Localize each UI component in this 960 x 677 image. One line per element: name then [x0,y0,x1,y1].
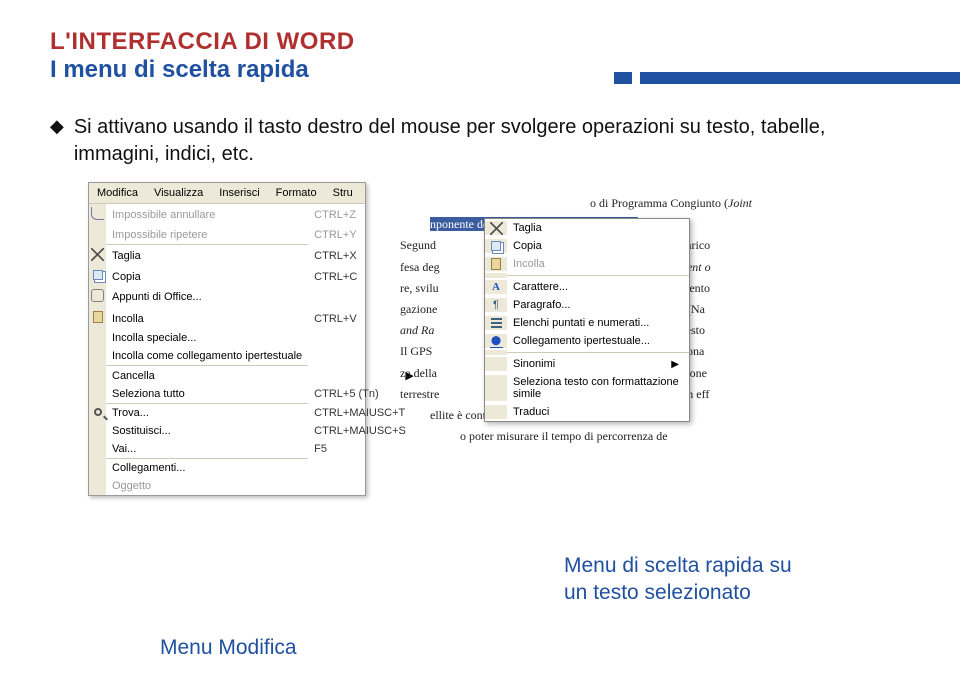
title-line-1: L'INTERFACCIA DI WORD [50,28,960,56]
menubar: Modifica Visualizza Inserisci Formato St… [89,183,365,204]
blank-icon [89,329,106,347]
context-menu-item[interactable]: Traduci [485,403,689,421]
context-menu-figure: o di Programma Congiunto (Joint nponente… [396,188,826,518]
menu-item-label: Incolla [106,308,308,329]
menubar-item[interactable]: Visualizza [146,185,211,201]
context-menu-item[interactable]: Seleziona testo con formattazione simile [485,373,689,403]
context-menu-label: Paragrafo... [513,298,683,312]
context-menu-label: Carattere... [513,280,683,294]
menu-item-label: Trova... [106,404,308,422]
menu-item-label: Copia [106,267,308,286]
blank-icon [89,422,106,440]
caption-context-menu: Menu di scelta rapida su un testo selezi… [564,552,792,607]
menu-item-label: Taglia [106,245,308,267]
menu-item-label: Incolla come collegamento ipertestuale [106,347,308,365]
context-menu-item[interactable]: Elenchi puntati e numerati... [485,314,689,332]
clip-icon [89,286,106,308]
blank-icon [89,477,106,495]
menubar-item[interactable]: Formato [268,185,325,201]
menu-item-label: Incolla speciale... [106,329,308,347]
body-bullet: ◆ Si attivano usando il tasto destro del… [0,84,960,182]
menu-item: Impossibile annullareCTRL+Z [89,204,420,226]
menu-item[interactable]: Incolla speciale... [89,329,420,347]
cut-icon [89,245,106,267]
blank-icon [89,440,106,458]
menu-item[interactable]: Incolla come collegamento ipertestuale [89,347,420,365]
blank-icon [485,357,507,371]
body-text: Si attivano usando il tasto destro del m… [74,114,910,168]
menubar-item[interactable]: Stru [325,185,361,201]
menu-item-label: Vai... [106,440,308,458]
blank-icon [89,347,106,365]
menu-item[interactable]: Appunti di Office... [89,286,420,308]
menu-item-label: Cancella [106,366,308,385]
menu-item-label: Impossibile ripetere [106,226,308,244]
menu-item[interactable]: IncollaCTRL+V [89,308,420,329]
context-menu-item[interactable]: Copia [485,237,689,255]
context-menu-item[interactable]: Sinonimi▶ [485,355,689,373]
header-accent-bar [640,72,960,84]
slide-header: L'INTERFACCIA DI WORD I menu di scelta r… [0,0,960,84]
menu-item-label: Collegamenti... [106,459,308,477]
menubar-item[interactable]: Inserisci [211,185,267,201]
menu-item: Impossibile ripetereCTRL+Y [89,226,420,244]
cut-icon [485,221,507,235]
context-menu-label: Elenchi puntati e numerati... [513,316,683,330]
context-menu-item[interactable]: Taglia [485,219,689,237]
menu-item-label: Oggetto [106,477,308,495]
copy-icon [485,239,507,253]
menu-item[interactable]: CopiaCTRL+C [89,267,420,286]
menu-item[interactable]: Seleziona tuttoCTRL+5 (Tn) [89,385,420,403]
menu-item-label: Impossibile annullare [106,204,308,226]
context-menu-label: Copia [513,239,683,253]
context-menu-item: Incolla [485,255,689,273]
context-menu-label: Traduci [513,405,683,419]
char-icon: A [485,280,507,294]
copy-icon [89,267,106,286]
caption-modifica-menu: Menu Modifica [160,636,297,660]
menu-item[interactable]: Collegamenti... [89,459,420,477]
context-menu-panel: Taglia Copia Incolla A Carattere... ¶ Paragraf… [484,218,690,422]
blank-icon [89,366,106,385]
blank-icon [89,226,106,244]
find-icon [89,404,106,422]
paste-icon [485,257,507,271]
modifica-menu-panel: Modifica Visualizza Inserisci Formato St… [88,182,366,496]
menu-item: Oggetto [89,477,420,495]
context-menu-item[interactable]: ⬤ Collegamento ipertestuale... [485,332,689,350]
context-menu-label: Collegamento ipertestuale... [513,334,683,348]
bullet-icon: ◆ [50,114,64,138]
blank-icon [89,459,106,477]
link-icon: ⬤ [485,334,507,348]
context-menu-item[interactable]: A Carattere... [485,278,689,296]
undo-icon [89,204,106,226]
context-menu-item[interactable]: ¶ Paragrafo... [485,296,689,314]
menu-item-label: Sostituisci... [106,422,308,440]
menu-item[interactable]: Sostituisci...CTRL+MAIUSC+S [89,422,420,440]
context-menu-label: Incolla [513,257,683,271]
blank-icon [89,385,106,403]
context-menu-label: Seleziona testo con formattazione simile [513,375,683,401]
paste-icon [89,308,106,329]
menu-item[interactable]: TagliaCTRL+X [89,245,420,267]
para-icon: ¶ [485,298,507,312]
menu-item[interactable]: Cancella▶ [89,366,420,385]
menu-item-label: Seleziona tutto [106,385,308,403]
modifica-menu-items: Impossibile annullareCTRL+ZImpossibile r… [89,204,420,495]
blank-icon [485,375,507,401]
header-accent-small [614,72,632,84]
context-menu-label: Taglia [513,221,683,235]
menu-item-label: Appunti di Office... [106,286,308,308]
menubar-item[interactable]: Modifica [89,185,146,201]
blank-icon [485,405,507,419]
menu-item[interactable]: Trova...CTRL+MAIUSC+T [89,404,420,422]
submenu-arrow-icon: ▶ [671,359,683,370]
list-icon [485,316,507,330]
menu-item[interactable]: Vai...F5 [89,440,420,458]
context-menu-label: Sinonimi [513,357,671,371]
